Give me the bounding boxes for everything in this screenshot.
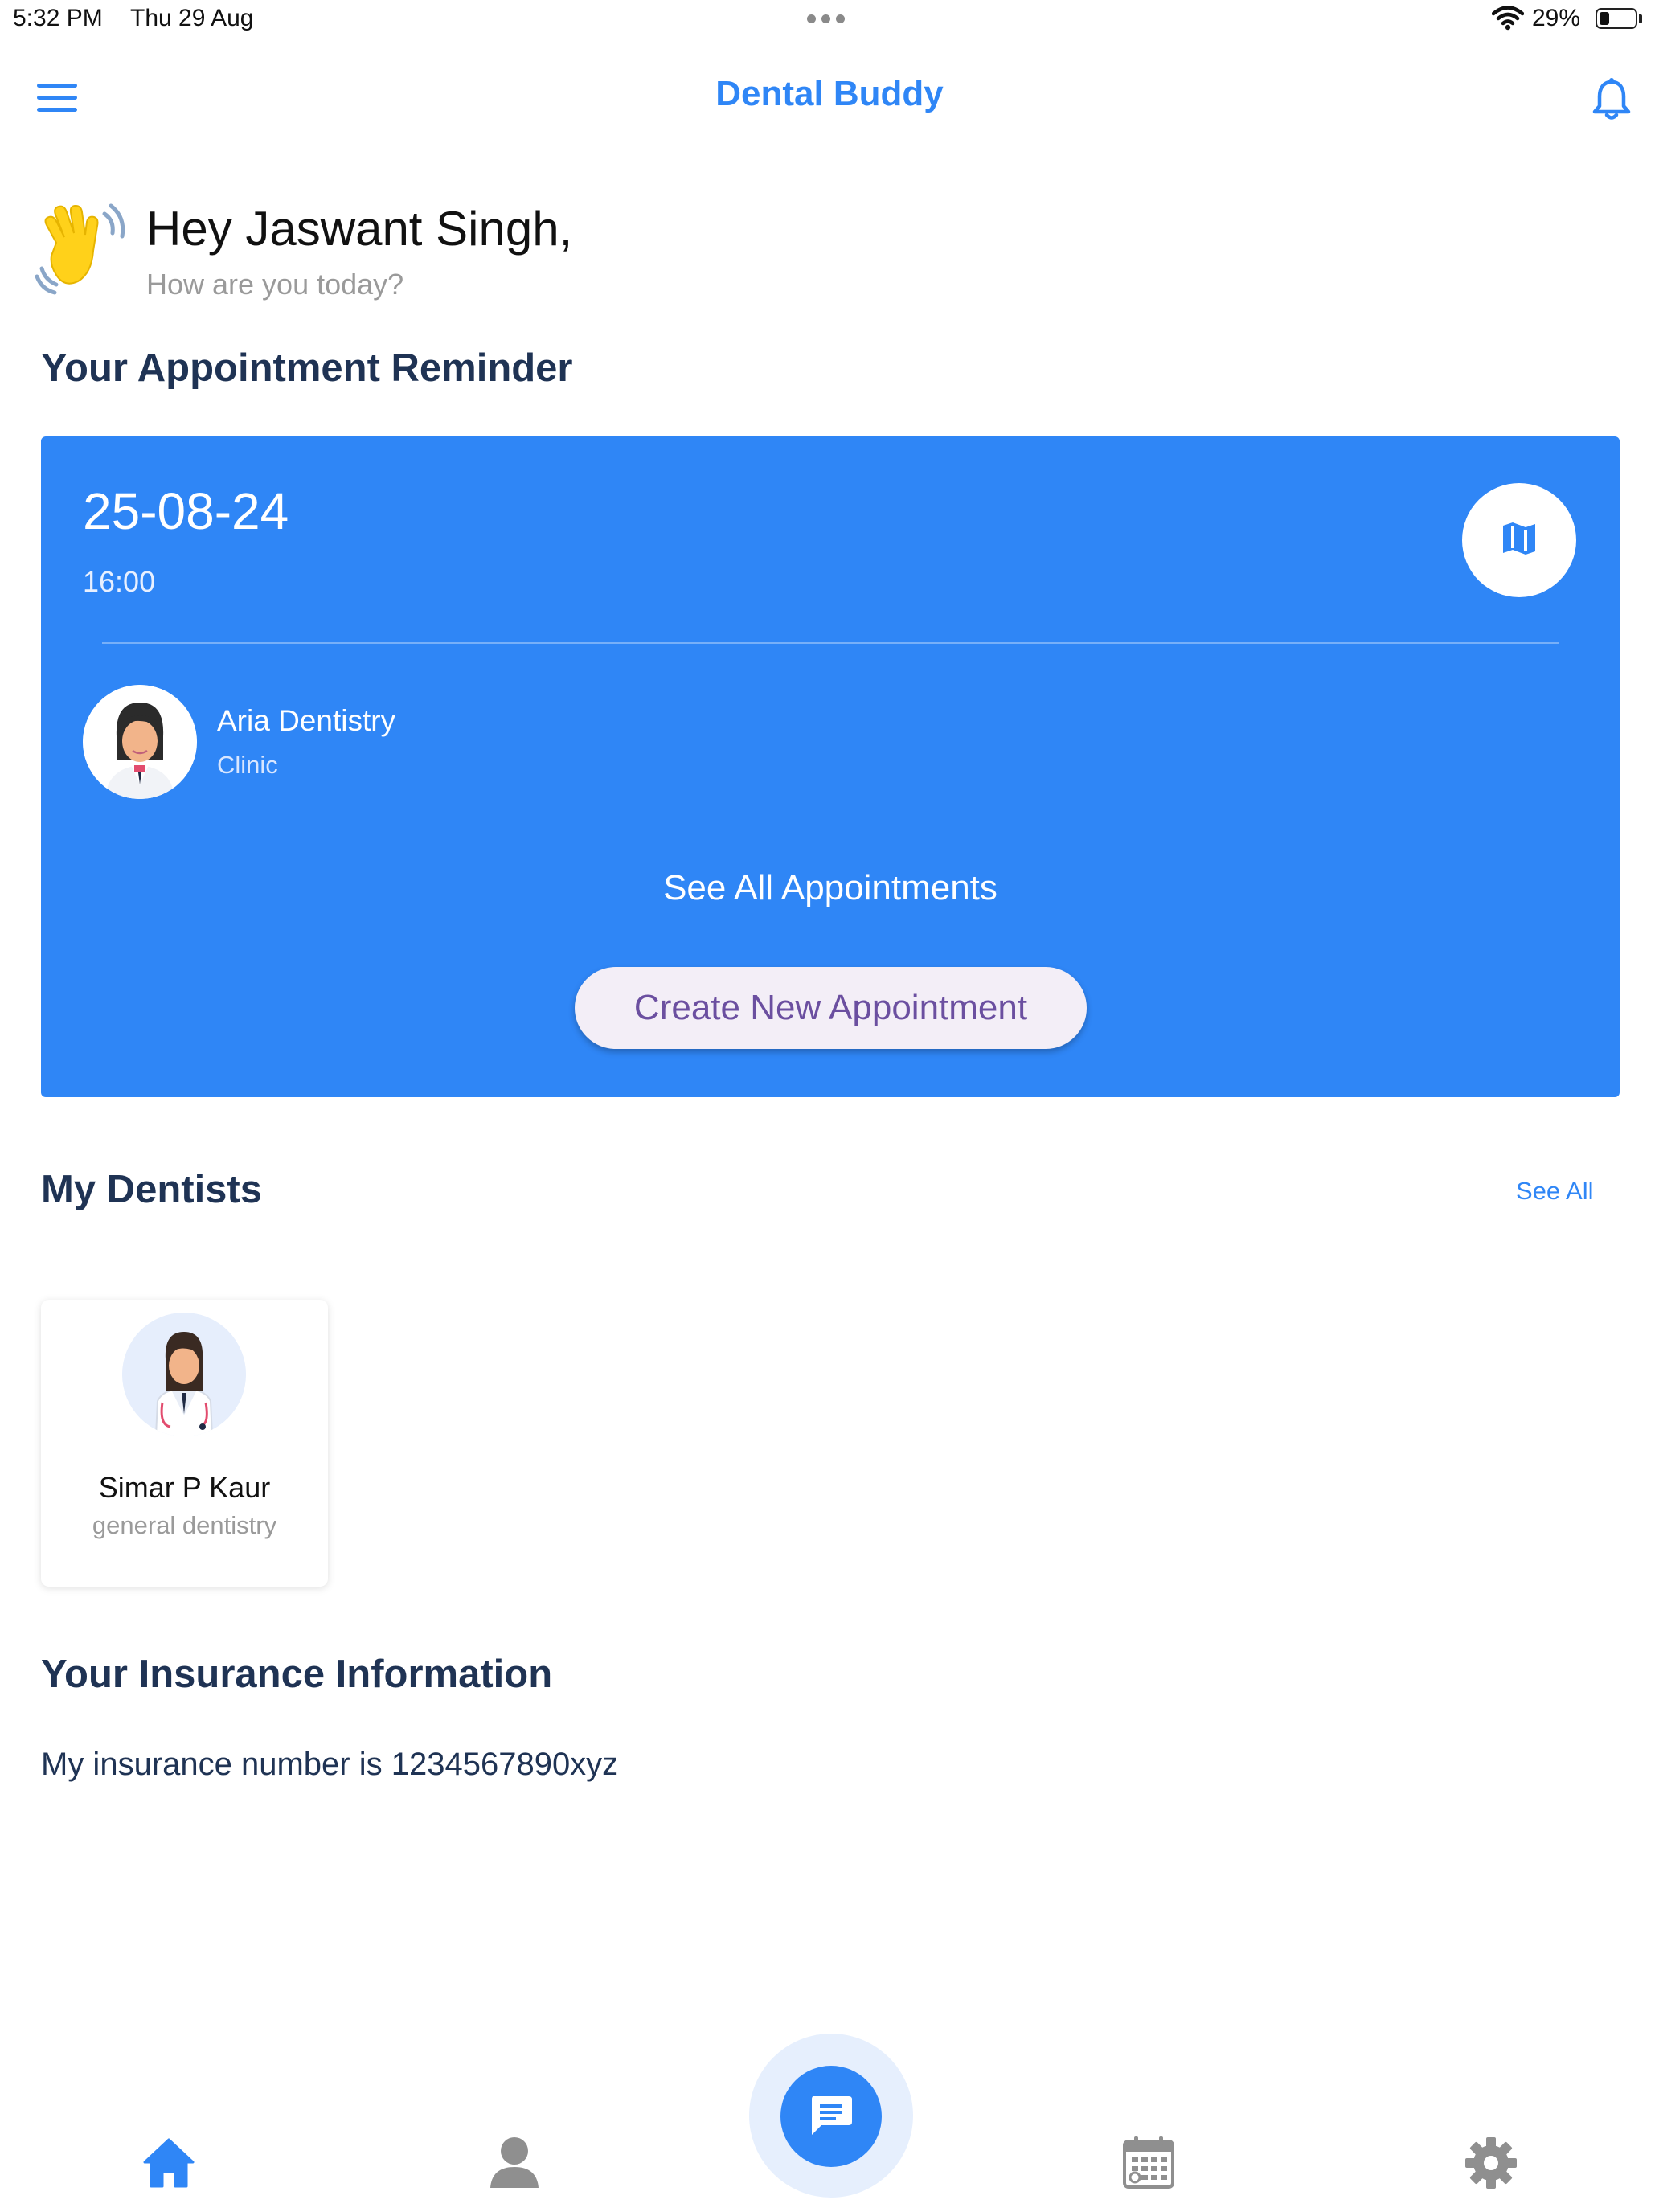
map-button[interactable]	[1462, 483, 1576, 597]
chat-button[interactable]	[780, 2066, 882, 2167]
clinic-avatar	[83, 685, 197, 799]
status-date: Thu 29 Aug	[130, 5, 254, 31]
appointment-card[interactable]: 25-08-24 16:00 Aria Dentistry Clinic See…	[41, 436, 1620, 1097]
see-all-dentists-link[interactable]: See All	[1516, 1177, 1594, 1206]
greeting-title: Hey Jaswant Singh,	[146, 202, 573, 256]
home-icon[interactable]	[143, 2138, 195, 2192]
waving-hand-icon	[34, 201, 130, 301]
greeting-subtitle: How are you today?	[146, 268, 404, 301]
appointment-time: 16:00	[83, 565, 156, 598]
appointment-date: 25-08-24	[83, 482, 289, 540]
battery-icon	[1596, 8, 1637, 29]
clinic-name: Aria Dentistry	[217, 704, 396, 737]
map-icon	[1498, 518, 1540, 563]
dentist-specialty: general dentistry	[92, 1511, 277, 1539]
bell-icon[interactable]	[1590, 77, 1633, 126]
more-dots-icon[interactable]	[807, 13, 850, 27]
dentists-section-title: My Dentists	[41, 1168, 263, 1211]
battery-tip	[1639, 14, 1642, 23]
insurance-number-text: My insurance number is 1234567890xyz	[41, 1747, 619, 1782]
clinic-type: Clinic	[217, 751, 278, 779]
dentist-avatar	[122, 1313, 246, 1436]
see-all-appointments-link[interactable]: See All Appointments	[41, 868, 1620, 908]
appointment-section-title: Your Appointment Reminder	[41, 346, 573, 390]
calendar-icon[interactable]	[1122, 2135, 1175, 2194]
create-appointment-button[interactable]: Create New Appointment	[575, 967, 1087, 1049]
settings-icon[interactable]	[1464, 2136, 1518, 2194]
dentist-name: Simar P Kaur	[98, 1471, 271, 1504]
chat-icon	[809, 2093, 854, 2140]
status-time: 5:32 PM	[13, 5, 103, 31]
dentist-card[interactable]: Simar P Kaur general dentistry	[41, 1300, 328, 1587]
profile-icon[interactable]	[489, 2135, 540, 2192]
battery-percent: 29%	[1532, 5, 1581, 31]
wifi-icon	[1491, 5, 1525, 35]
insurance-section-title: Your Insurance Information	[41, 1653, 553, 1696]
appointment-divider	[102, 642, 1559, 644]
app-title: Dental Buddy	[715, 74, 944, 113]
